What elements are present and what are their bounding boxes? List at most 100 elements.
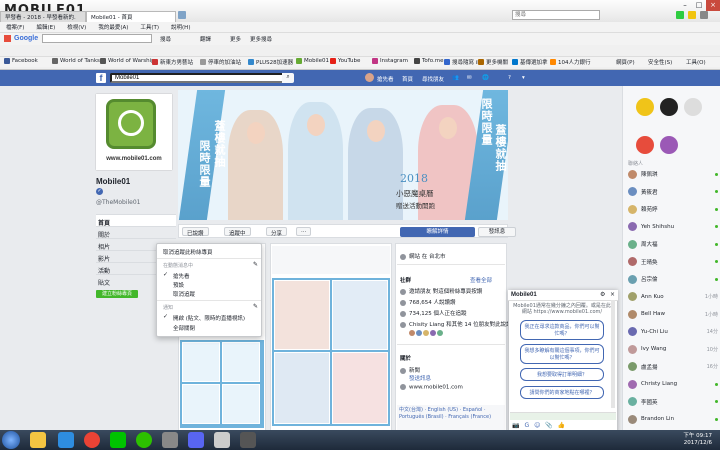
menu-edit[interactable]: 編輯(E) [30,22,61,32]
search-icon[interactable]: ⌕ [282,73,294,83]
settings-chevron-icon[interactable]: ▾ [522,75,525,81]
tool-safety[interactable]: 安全性(S) [648,58,672,66]
explorer-icon[interactable] [30,432,46,448]
bookmark-item[interactable]: 基傳選加拿 [512,58,548,66]
chat-contact-row[interactable]: Christy Liang [628,378,718,390]
bookmark-item[interactable]: 新東方男藝站 [152,58,193,66]
game-icon[interactable] [660,98,678,116]
browser-tab-active[interactable]: Mobile01 - 首頁 [86,11,176,22]
bookmark-item[interactable]: World of Tanks [52,58,100,64]
bookmark-item[interactable]: 停車的加油站 [200,58,241,66]
steam-icon[interactable] [240,432,256,448]
nav-find-friends[interactable]: 尋找朋友 [422,75,444,83]
messenger-scrollbar[interactable] [611,300,615,408]
menu-tools[interactable]: 工具(T) [134,22,165,32]
settings-icon[interactable]: ⚙ [600,291,605,298]
gear-icon[interactable] [700,11,708,19]
friends-like[interactable]: Chisity Liang 和其他 14 位朋友對此說讚 [400,320,512,328]
start-button-icon[interactable] [2,431,20,449]
menu-favorites[interactable]: 我的最愛(A) [92,22,134,32]
invite-friends[interactable]: 邀請朋友 對這個粉絲專頁按讚 [400,287,482,295]
quick-reply-2[interactable]: 我想多瞭解有關這個事項，你們可以幫忙嗎？ [520,344,604,364]
quick-reply-4[interactable]: 請問你們的商家地點在哪裡？ [520,386,604,399]
attach-icon[interactable]: 📎 [545,422,552,429]
toolbar-more-search[interactable]: 更多搜尋 [250,35,272,43]
chat-contact-row[interactable]: Brandon Lin [628,413,718,425]
edit-icon[interactable]: ✎ [253,261,258,268]
toolbar-search[interactable]: 搜尋 [160,35,171,43]
send-message-link[interactable]: 發送訊息 [409,374,431,382]
chat-contact-row[interactable]: Bell Haw 1小時 [628,308,718,320]
more-options-button[interactable]: ··· [296,227,312,236]
page-website[interactable]: www.mobile01.com [400,384,463,391]
system-clock[interactable]: 下午 09:17 2017/12/6 [683,433,712,447]
quick-reply-3[interactable]: 我想要取得訂單明細？ [520,368,604,381]
page-handle[interactable]: @TheMobile01 [96,199,140,206]
chat-contact-row[interactable]: Yeh Shihshu [628,221,718,233]
game-icon[interactable] [684,98,702,116]
tool-tools[interactable]: 工具(O) [686,58,706,66]
chat-contact-row[interactable]: 王晴奐 [628,256,718,268]
sidebar-item-home[interactable]: 首頁 [96,214,176,227]
liked-button[interactable]: 已說讚 [182,227,209,237]
quick-reply-1[interactable]: 我正在尋求這款商品，你們可以幫忙嗎？ [520,320,604,340]
send-message-button[interactable]: 發訊息 [478,227,516,237]
bookmark-item[interactable]: Instagram [372,58,408,64]
app-icon[interactable] [162,432,178,448]
home-icon[interactable] [676,11,684,19]
maximize-icon[interactable]: □ [692,0,706,11]
bookmark-item[interactable]: 更多機關 [478,58,508,66]
chat-contact-row[interactable]: 黃筱君 [628,186,718,198]
notifications-icon[interactable]: 🌐 [482,75,489,81]
bookmark-item[interactable]: Mobile01 [296,58,329,64]
see-all-link[interactable]: 查看全部 [470,276,492,284]
bookmark-item[interactable]: Facebook [4,58,38,64]
page-category[interactable]: 新聞 [400,366,420,374]
chat-contact-row[interactable]: Ann Kuo 1小時 [628,291,718,303]
browser-tab[interactable]: 早發看 - 2018 - 早發看新的. [0,11,86,22]
message-input[interactable] [510,412,616,420]
edit-icon[interactable]: ✎ [253,303,258,310]
nav-home[interactable]: 首頁 [402,75,413,83]
thumbs-up-icon[interactable]: 👍 [558,422,565,429]
new-tab-icon[interactable] [178,11,186,19]
following-button[interactable]: 追蹤中 [224,227,251,237]
menu-help[interactable]: 說明(H) [165,22,196,32]
bookmark-item[interactable]: Tofo.me [414,58,443,64]
help-icon[interactable]: ? [508,75,511,81]
discord-icon[interactable] [188,432,204,448]
chat-contact-row[interactable]: 周大福 [628,238,718,250]
share-button[interactable]: 分享 [266,227,288,237]
bookmark-item[interactable]: 104人力銀行 [550,58,591,66]
notifications-off-option[interactable]: 全部關閉 [173,324,195,332]
chat-contact-row[interactable]: 李國英 [628,396,718,408]
facebook-logo-icon[interactable]: f [96,73,106,83]
post-image[interactable] [272,278,390,426]
menu-view[interactable]: 檢視(V) [61,22,92,32]
app-icon[interactable] [214,432,230,448]
chat-contact-row[interactable]: Yu-Chi Liu 14分 [628,326,718,338]
cover-photo[interactable]: 限時限量 蓋樓就抽 限時限量 蓋樓就抽 2018 小惡魔桌曆 贈送活動開跑 [178,90,508,220]
see-first-option[interactable]: 搶先看 [173,272,190,280]
notifications-on-option[interactable]: 開啟 (貼文、限時的直播視訊) [173,314,245,322]
avatar[interactable] [365,73,374,82]
chat-contact-row[interactable]: 賴苑婷 [628,203,718,215]
wechat-icon[interactable] [136,432,152,448]
facebook-search-input[interactable] [110,73,290,83]
create-page-button[interactable]: 建立粉絲專頁 [96,290,138,298]
bookmark-item[interactable]: World of Warships [100,58,158,64]
tool-page[interactable]: 網頁(P) [616,58,635,66]
google-search-input[interactable] [42,34,152,43]
close-toolbar-icon[interactable] [4,35,11,42]
sidebar-item-about[interactable]: 關於 [96,226,176,239]
learn-more-button[interactable]: 瞭解詳情 [400,227,475,237]
messages-icon[interactable]: ✉ [467,75,472,81]
line-icon[interactable] [110,432,126,448]
menu-file[interactable]: 檔案(F) [0,22,30,32]
star-icon[interactable] [688,11,696,19]
default-option[interactable]: 預設 [173,281,184,289]
chat-contact-row[interactable]: Ivy Wang 10分 [628,343,718,355]
ie-browser-icon[interactable] [58,432,74,448]
language-links[interactable]: 中文(台灣) · English (US) · Español · Portug… [397,405,505,431]
nav-profile[interactable]: 搶先看 [377,75,394,83]
